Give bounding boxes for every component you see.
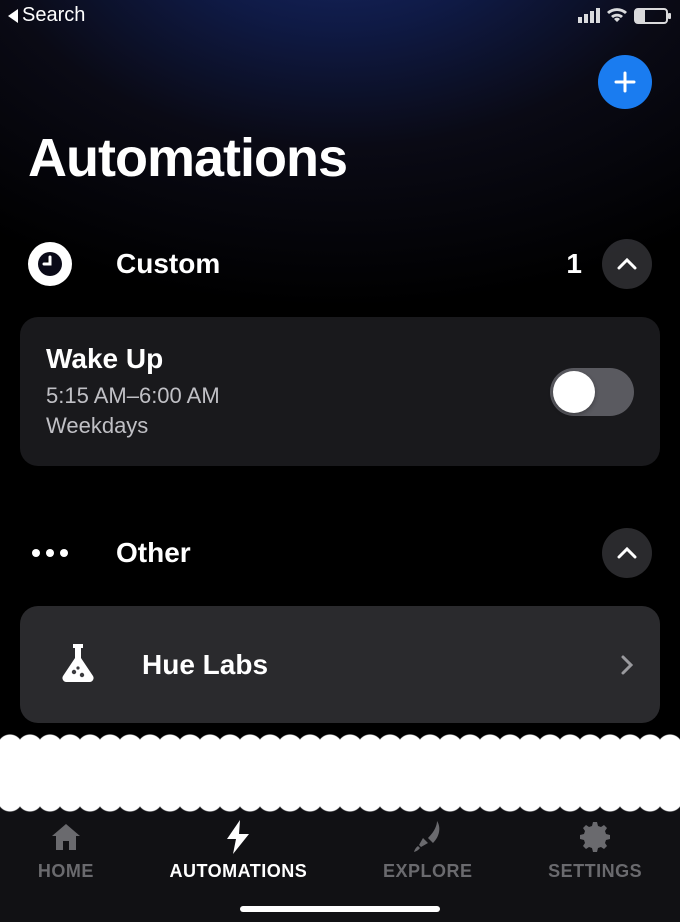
add-automation-button[interactable] bbox=[598, 55, 652, 109]
home-indicator[interactable] bbox=[240, 906, 440, 912]
nav-automations-label: AUTOMATIONS bbox=[169, 861, 307, 882]
chevron-up-icon bbox=[616, 257, 638, 271]
hue-labs-item[interactable]: Hue Labs bbox=[20, 606, 660, 723]
automation-days: Weekdays bbox=[46, 411, 550, 441]
nav-explore[interactable]: EXPLORE bbox=[383, 821, 473, 882]
page-title: Automations bbox=[0, 109, 680, 225]
back-arrow-icon bbox=[8, 9, 18, 23]
toggle-knob bbox=[553, 371, 595, 413]
hue-labs-title: Hue Labs bbox=[142, 649, 620, 681]
bolt-icon bbox=[227, 821, 249, 853]
chevron-up-icon bbox=[616, 546, 638, 560]
nav-automations[interactable]: AUTOMATIONS bbox=[169, 821, 307, 882]
clock-icon bbox=[28, 242, 72, 286]
status-icons bbox=[578, 8, 668, 24]
home-icon bbox=[50, 821, 82, 853]
signal-icon bbox=[578, 8, 600, 23]
nav-home-label: HOME bbox=[38, 861, 94, 882]
status-bar: Search bbox=[0, 0, 680, 29]
nav-settings-label: SETTINGS bbox=[548, 861, 642, 882]
section-custom-count: 1 bbox=[566, 248, 582, 280]
automation-time: 5:15 AM–6:00 AM bbox=[46, 381, 550, 411]
gear-icon bbox=[579, 821, 611, 853]
automation-toggle[interactable] bbox=[550, 368, 634, 416]
back-to-search[interactable]: Search bbox=[8, 4, 85, 27]
automation-title: Wake Up bbox=[46, 343, 550, 375]
collapse-custom-button[interactable] bbox=[602, 239, 652, 289]
section-custom-header[interactable]: Custom 1 bbox=[0, 225, 680, 303]
collapse-other-button[interactable] bbox=[602, 528, 652, 578]
more-icon bbox=[28, 549, 72, 557]
battery-icon bbox=[634, 8, 668, 24]
automation-card[interactable]: Wake Up 5:15 AM–6:00 AM Weekdays bbox=[20, 317, 660, 466]
back-label: Search bbox=[22, 4, 85, 27]
flask-icon bbox=[60, 642, 96, 687]
nav-settings[interactable]: SETTINGS bbox=[548, 821, 642, 882]
section-other-header[interactable]: Other bbox=[0, 514, 680, 592]
rocket-icon bbox=[413, 821, 443, 853]
chevron-right-icon bbox=[620, 654, 634, 676]
plus-icon bbox=[611, 68, 639, 96]
wifi-icon bbox=[606, 8, 628, 24]
section-other-title: Other bbox=[116, 537, 602, 569]
nav-home[interactable]: HOME bbox=[38, 821, 94, 882]
section-custom-title: Custom bbox=[116, 248, 566, 280]
nav-explore-label: EXPLORE bbox=[383, 861, 473, 882]
torn-edge-graphic bbox=[0, 747, 680, 799]
